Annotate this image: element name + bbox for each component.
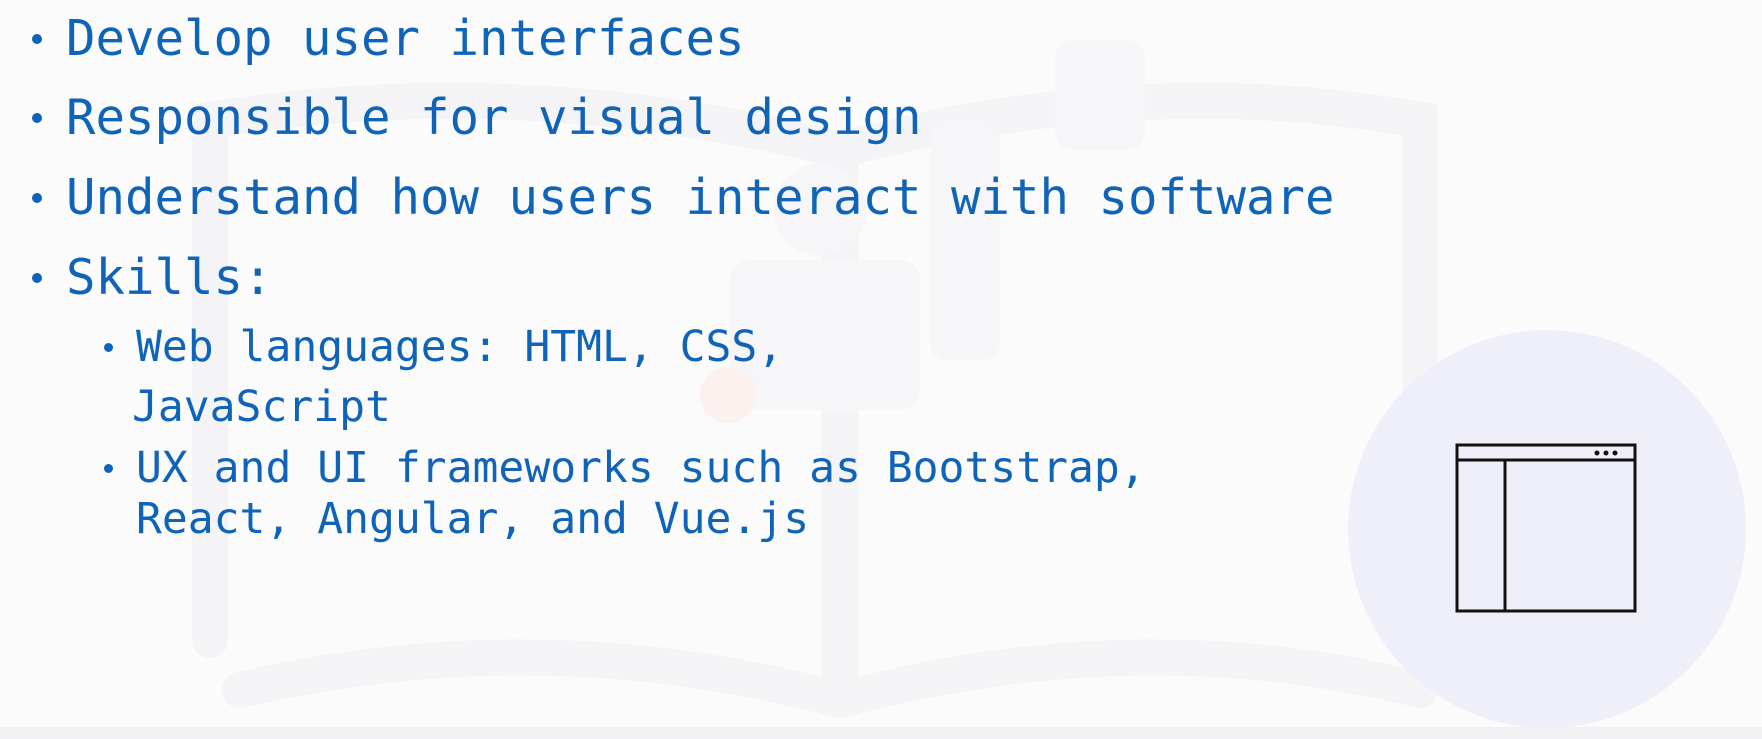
sub-bullet-frameworks-line1: UX and UI frameworks such as Bootstrap, xyxy=(136,443,1146,493)
bullet-dot xyxy=(32,273,42,283)
sub-bullet-dot xyxy=(104,343,113,352)
bullet-visual-design: Responsible for visual design xyxy=(66,89,922,146)
sub-bullet-frameworks-line2: React, Angular, and Vue.js xyxy=(136,494,810,544)
bullet-dot xyxy=(32,34,42,44)
sub-bullet-dot xyxy=(104,464,113,473)
bullet-user-interaction: Understand how users interact with softw… xyxy=(66,169,1335,226)
sub-bullet-web-languages-line2: JavaScript xyxy=(132,382,391,432)
slide: Develop user interfaces Responsible for … xyxy=(0,0,1762,739)
bullet-skills: Skills: xyxy=(66,249,273,306)
bullet-develop-ui: Develop user interfaces xyxy=(66,10,745,67)
browser-window-icon xyxy=(1455,443,1637,613)
bullet-dot xyxy=(32,193,42,203)
sub-bullet-web-languages-line1: Web languages: HTML, CSS, xyxy=(136,322,784,372)
bullet-dot xyxy=(32,113,42,123)
bottom-strip xyxy=(0,727,1762,739)
